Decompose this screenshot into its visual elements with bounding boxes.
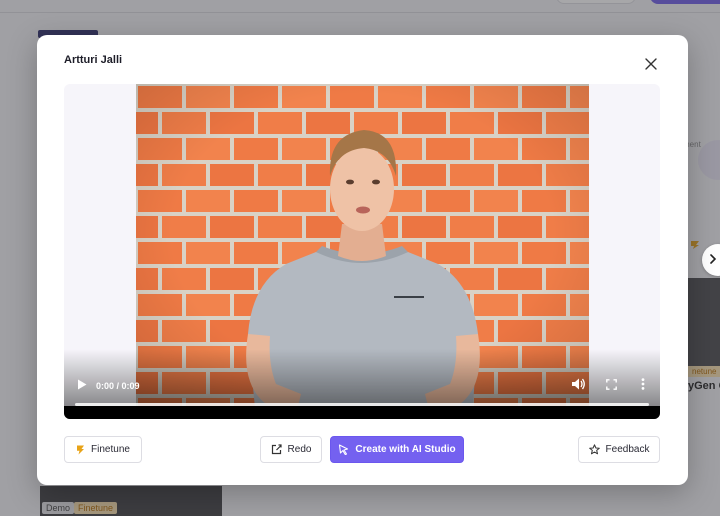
progress-bar[interactable] [75, 403, 649, 406]
video-player[interactable]: 0:00 / 0:09 [64, 84, 660, 419]
star-icon [588, 444, 600, 455]
fullscreen-icon [605, 377, 617, 395]
time-display: 0:00 / 0:09 [96, 381, 140, 391]
close-button[interactable] [642, 57, 660, 75]
lightning-icon [76, 445, 85, 455]
feedback-button-label: Feedback [605, 444, 650, 455]
video-preview-modal: Artturi Jalli 0:00 / 0:09 Finetune Redo … [37, 35, 688, 485]
edit-icon [271, 444, 282, 455]
create-with-ai-studio-button[interactable]: Create with AI Studio [330, 436, 464, 463]
volume-button[interactable] [572, 377, 586, 395]
play-icon [77, 377, 87, 395]
more-options-button[interactable] [639, 377, 647, 395]
more-vertical-icon [641, 377, 645, 395]
controls-bottom-band [64, 406, 660, 419]
cursor-icon [338, 444, 349, 455]
create-button-label: Create with AI Studio [355, 444, 456, 455]
redo-button-label: Redo [287, 444, 312, 455]
close-icon [645, 57, 657, 75]
redo-button[interactable]: Redo [260, 436, 322, 463]
finetune-button-label: Finetune [91, 444, 130, 455]
modal-title: Artturi Jalli [64, 54, 123, 66]
volume-icon [572, 377, 586, 395]
finetune-button[interactable]: Finetune [64, 436, 142, 463]
fullscreen-button[interactable] [605, 377, 617, 395]
feedback-button[interactable]: Feedback [578, 436, 660, 463]
play-button[interactable] [76, 377, 88, 395]
